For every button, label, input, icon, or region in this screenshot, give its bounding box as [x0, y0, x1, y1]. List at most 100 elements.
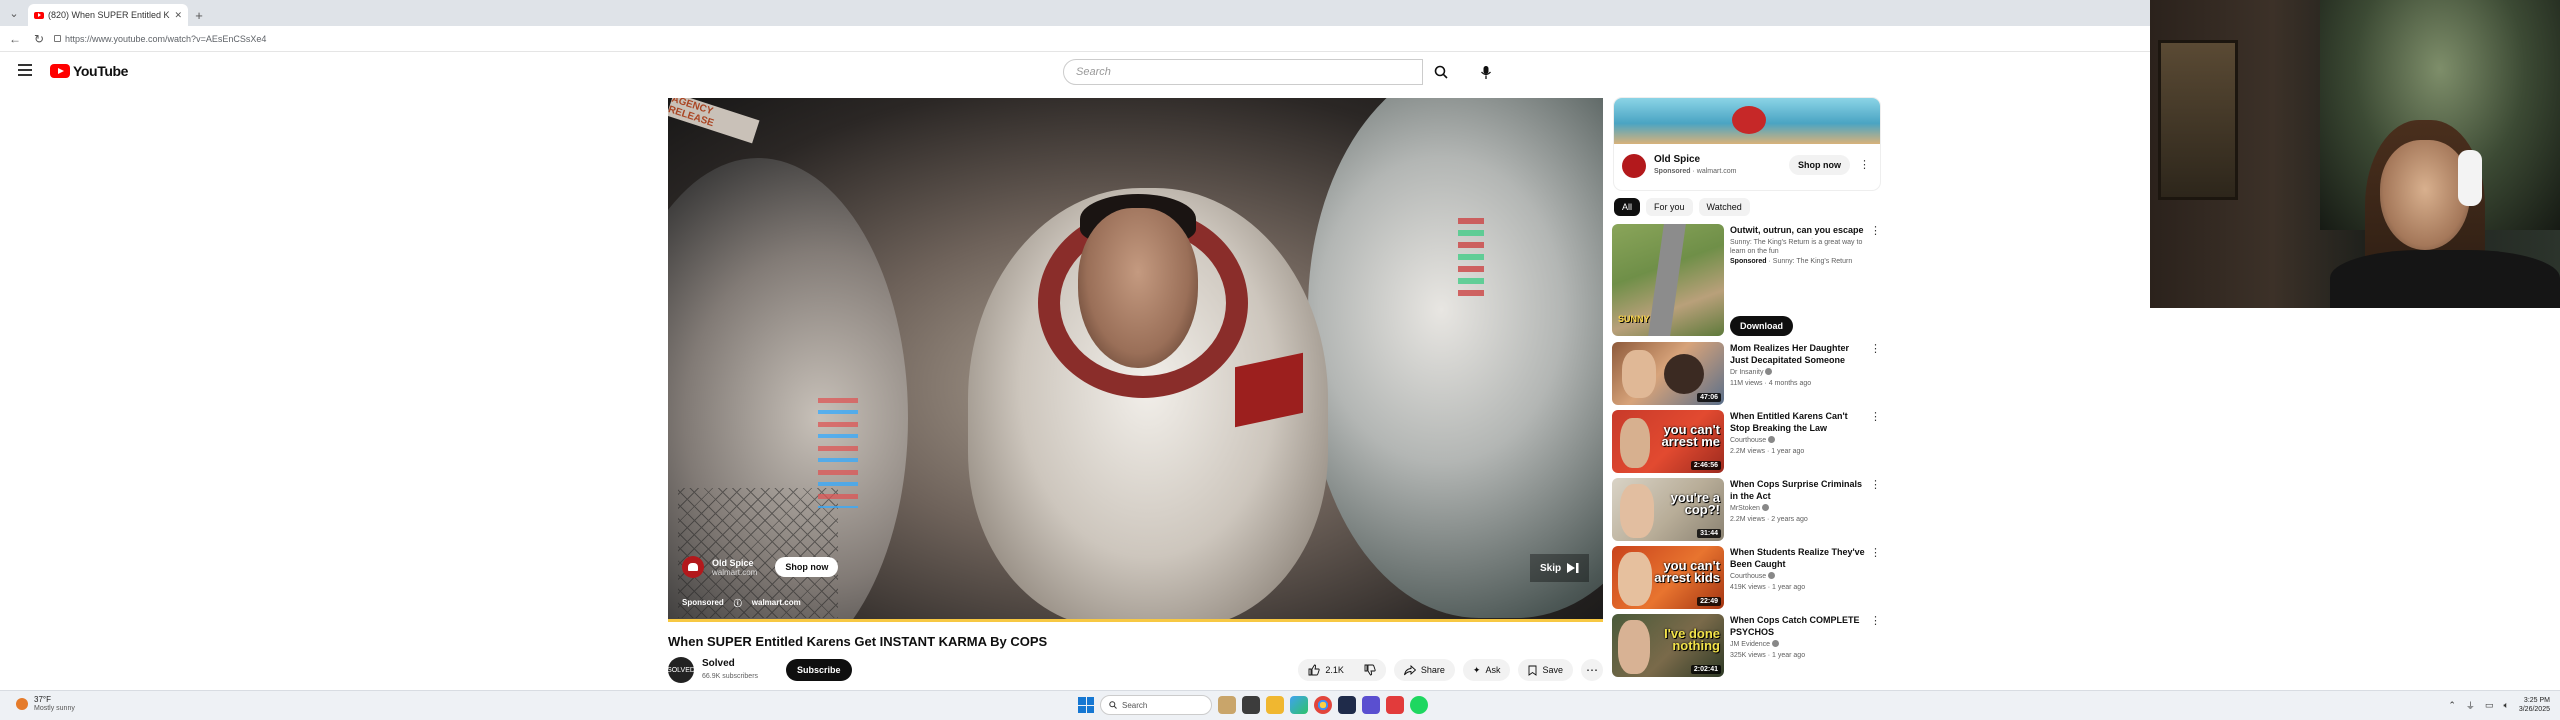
video-thumbnail[interactable]: I've done nothing 2:02:41 — [1612, 614, 1724, 677]
verified-icon — [1768, 436, 1776, 443]
more-vertical-icon[interactable]: ⋮ — [1870, 224, 1881, 237]
video-thumbnail[interactable]: you're a cop?! 31:44 — [1612, 478, 1724, 541]
chrome-browser-icon[interactable] — [1314, 696, 1332, 714]
player-ad-card[interactable]: Old Spice walmart.com Shop now — [682, 556, 839, 578]
file-explorer-icon[interactable] — [1266, 696, 1284, 714]
video-player[interactable]: AGENCY RELEASE Old Spice walmart.com Sho… — [668, 98, 1603, 622]
verified-icon — [1772, 640, 1780, 647]
network-icon[interactable]: ▭ — [2485, 700, 2494, 711]
chip-all[interactable]: All — [1614, 198, 1641, 216]
player-shop-now-button[interactable]: Shop now — [775, 557, 839, 577]
ask-button[interactable]: ✦ Ask — [1462, 659, 1511, 681]
video-title[interactable]: Mom Realizes Her Daughter Just Decapitat… — [1730, 342, 1866, 366]
like-dislike-group: 2.1K — [1298, 659, 1386, 681]
video-meta: 11M views · 4 months ago — [1730, 380, 1812, 387]
more-vertical-icon[interactable]: ⋮ — [1859, 158, 1870, 171]
new-tab-icon[interactable]: + — [188, 4, 210, 26]
promoted-description: Sunny: The King's Return is a great way … — [1730, 239, 1863, 255]
more-horizontal-icon[interactable]: ⋯ — [1581, 659, 1603, 681]
usb-icon[interactable]: ⏚ — [2466, 699, 2475, 712]
refresh-icon[interactable]: ↻ — [30, 32, 48, 46]
channel-avatar[interactable]: SOLVED — [667, 657, 695, 683]
download-button[interactable]: Download — [1730, 316, 1793, 336]
share-button[interactable]: Share — [1393, 659, 1455, 681]
list-item[interactable]: 47:06 Mom Realizes Her Daughter Just Dec… — [1612, 342, 1882, 408]
teams-app-icon[interactable] — [1362, 696, 1380, 714]
tab-list-chevron-icon[interactable]: ⌄ — [0, 0, 28, 26]
chip-watched[interactable]: Watched — [1698, 198, 1750, 216]
edge-browser-icon[interactable] — [1290, 696, 1308, 714]
channel-name[interactable]: Courthouse — [1730, 573, 1766, 580]
channel-name[interactable]: Solved — [702, 658, 735, 669]
promoted-thumbnail-road — [1648, 224, 1686, 336]
promoted-thumbnail[interactable]: SUNNY — [1612, 224, 1724, 336]
video-title[interactable]: When Cops Surprise Criminals in the Act — [1730, 478, 1866, 502]
save-button[interactable]: Save — [1518, 659, 1573, 681]
search-input[interactable]: Search — [1063, 59, 1423, 85]
more-vertical-icon[interactable]: ⋮ — [1870, 410, 1881, 423]
task-view-icon[interactable] — [1242, 696, 1260, 714]
ad-footer-domain[interactable]: walmart.com — [752, 598, 801, 609]
back-icon[interactable]: ← — [6, 32, 24, 46]
sponsored-label: Sponsored — [682, 598, 724, 607]
chip-for-you[interactable]: For you — [1646, 198, 1693, 216]
skip-label: Skip — [1540, 562, 1562, 574]
hamburger-icon[interactable] — [18, 64, 32, 76]
weather-widget[interactable]: 37°F Mostly sunny — [16, 695, 75, 713]
media-app-icon[interactable] — [1386, 696, 1404, 714]
more-vertical-icon[interactable]: ⋮ — [1870, 614, 1881, 627]
taskbar-search[interactable]: Search — [1100, 695, 1212, 715]
more-vertical-icon[interactable]: ⋮ — [1870, 546, 1881, 559]
video-info: When Cops Surprise Criminals in the Act … — [1730, 478, 1866, 524]
channel-name[interactable]: JM Evidence — [1730, 641, 1770, 648]
terminal-app-icon[interactable] — [1338, 696, 1356, 714]
more-vertical-icon[interactable]: ⋮ — [1870, 478, 1881, 491]
video-frame-lights — [1458, 218, 1484, 298]
video-title[interactable]: When Students Realize They've Been Caugh… — [1730, 546, 1866, 570]
chevron-up-icon[interactable]: ⌃ — [2448, 700, 2456, 711]
video-meta: 325K views · 1 year ago — [1730, 652, 1806, 659]
volume-icon[interactable]: 🔈︎ — [2503, 700, 2508, 711]
promoted-item[interactable]: SUNNY Outwit, outrun, can you escape Sun… — [1612, 224, 1882, 340]
list-item[interactable]: you're a cop?! 31:44 When Cops Surprise … — [1612, 478, 1882, 544]
list-item[interactable]: you can't arrest kids 22:49 When Student… — [1612, 546, 1882, 612]
sidebar-ad-card[interactable]: Old Spice Sponsored · walmart.com Shop n… — [1614, 98, 1880, 190]
tab-close-icon[interactable]: ✕ — [174, 10, 182, 21]
info-icon[interactable]: ⓘ — [734, 598, 742, 609]
spotify-app-icon[interactable] — [1410, 696, 1428, 714]
browser-tab[interactable]: (820) When SUPER Entitled K ✕ — [28, 4, 188, 26]
video-info: When Entitled Karens Can't Stop Breaking… — [1730, 410, 1866, 456]
skip-ad-button[interactable]: Skip — [1530, 554, 1590, 582]
taskbar-apps: Search — [1078, 695, 1428, 715]
video-thumbnail[interactable]: you can't arrest kids 22:49 — [1612, 546, 1724, 609]
ad-progress-bar[interactable] — [668, 619, 1603, 622]
subscribe-button[interactable]: Subscribe — [786, 659, 852, 681]
like-button[interactable]: 2.1K — [1298, 659, 1354, 681]
widgets-app-icon[interactable] — [1218, 696, 1236, 714]
voice-search-button[interactable] — [1471, 59, 1501, 85]
thumbnail-text: I've done nothing — [1664, 626, 1720, 653]
video-title[interactable]: When Entitled Karens Can't Stop Breaking… — [1730, 410, 1866, 434]
sidebar-ad-banner[interactable] — [1614, 98, 1880, 144]
video-thumbnail[interactable]: 47:06 — [1612, 342, 1724, 405]
sidebar-ad-meta: Sponsored · walmart.com — [1654, 168, 1737, 175]
youtube-logo[interactable]: YouTube — [50, 63, 128, 79]
list-item[interactable]: I've done nothing 2:02:41 When Cops Catc… — [1612, 614, 1882, 680]
advertiser-domain: walmart.com — [712, 567, 758, 577]
search-button[interactable] — [1423, 59, 1459, 85]
webcam-background-window — [2158, 40, 2238, 200]
list-item[interactable]: you can't arrest me 2:46:56 When Entitle… — [1612, 410, 1882, 476]
dislike-button[interactable] — [1353, 659, 1386, 681]
windows-start-icon[interactable] — [1078, 697, 1094, 713]
sidebar-shop-now-button[interactable]: Shop now — [1789, 155, 1850, 175]
channel-name[interactable]: Courthouse — [1730, 437, 1766, 444]
share-icon — [1403, 664, 1416, 675]
channel-name[interactable]: Dr Insanity — [1730, 369, 1763, 376]
promoted-title[interactable]: Outwit, outrun, can you escape — [1730, 224, 1866, 236]
more-vertical-icon[interactable]: ⋮ — [1870, 342, 1881, 355]
video-thumbnail[interactable]: you can't arrest me 2:46:56 — [1612, 410, 1724, 473]
clock[interactable]: 3:25 PM 3/26/2025 — [2519, 696, 2550, 714]
channel-name[interactable]: MrStoken — [1730, 505, 1760, 512]
video-title[interactable]: When Cops Catch COMPLETE PSYCHOS — [1730, 614, 1866, 638]
url-field[interactable]: https://www.youtube.com/watch?v=AEsEnCSs… — [54, 34, 266, 44]
